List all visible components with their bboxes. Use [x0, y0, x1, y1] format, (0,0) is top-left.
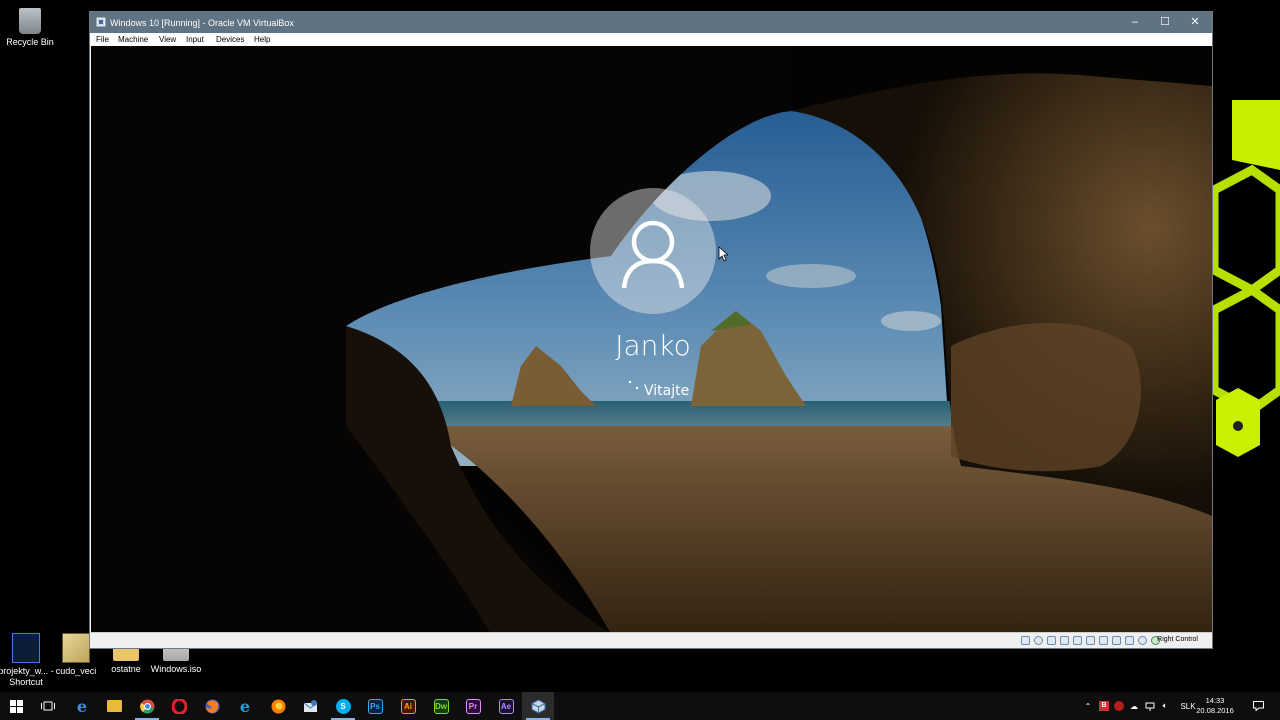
recycle-bin-icon: [19, 8, 41, 34]
virtualbox-icon: [531, 698, 545, 714]
clock[interactable]: 14:33 20.08.2016: [1196, 696, 1234, 716]
taskbar-app-opera[interactable]: [163, 692, 195, 720]
menu-machine[interactable]: Machine: [118, 35, 148, 44]
menu-devices[interactable]: Devices: [216, 35, 244, 44]
after-effects-icon: Ae: [498, 698, 514, 714]
taskbar-app-after-effects[interactable]: Ae: [490, 692, 522, 720]
desktop-icon-label: Recycle Bin: [6, 37, 54, 47]
task-view-icon: [41, 701, 55, 711]
clock-date: 20.08.2016: [1196, 706, 1234, 715]
dreamweaver-icon: Dw: [433, 698, 449, 714]
display-icon[interactable]: [1099, 636, 1108, 645]
taskbar-app-skype[interactable]: S: [327, 692, 359, 720]
taskbar-app-dreamweaver[interactable]: Dw: [425, 692, 457, 720]
maximize-button[interactable]: ☐: [1150, 12, 1180, 33]
usb-icon[interactable]: [1073, 636, 1082, 645]
menu-view[interactable]: View: [159, 35, 176, 44]
taskbar-app-chrome[interactable]: [131, 692, 163, 720]
notification-icon: [1252, 701, 1264, 711]
chevron-up-icon: ⌃: [1084, 701, 1092, 711]
taskbar-app-firefox-2[interactable]: [262, 692, 294, 720]
minimize-button[interactable]: –: [1120, 12, 1150, 33]
taskbar: e e S Ps Ai Dw Pr Ae ⌃ B ☁ 🔈︎ SLK 14:33 …: [0, 692, 1280, 720]
speaker-icon: 🔈︎: [1162, 701, 1168, 710]
clock-time: 14:33: [1205, 696, 1225, 705]
skype-icon: S: [335, 698, 351, 714]
taskbar-app-thunderbird[interactable]: [294, 692, 326, 720]
start-button[interactable]: [0, 692, 32, 720]
folder-icon: [106, 700, 122, 712]
mouse-integration-icon[interactable]: [1138, 636, 1147, 645]
video-capture-icon[interactable]: [1112, 636, 1121, 645]
illustrator-icon: Ai: [400, 698, 416, 714]
firefox-icon: [271, 699, 285, 713]
firefox-icon: [205, 699, 219, 713]
opera-icon: [171, 698, 187, 714]
virtualization-icon[interactable]: [1125, 636, 1134, 645]
network-icon[interactable]: [1060, 636, 1069, 645]
virtualbox-window: Windows 10 [Running] - Oracle VM Virtual…: [89, 11, 1213, 649]
tray-icon-cloud[interactable]: ☁: [1128, 692, 1140, 720]
network-icon: [1145, 702, 1155, 711]
hexagon-wallpaper: [1212, 100, 1280, 457]
close-button[interactable]: ✕: [1180, 12, 1210, 33]
desktop-icon-recycle-bin[interactable]: Recycle Bin: [0, 8, 60, 48]
host-key-label: Right Control: [1157, 636, 1198, 643]
taskbar-app-premiere[interactable]: Pr: [457, 692, 489, 720]
virtualbox-icon: [96, 17, 106, 27]
language-indicator[interactable]: SLK: [1178, 692, 1198, 720]
chrome-icon: [139, 699, 154, 713]
welcome-status-text: Vitajte: [644, 383, 690, 399]
cloud-icon: ☁: [1130, 701, 1138, 711]
taskbar-app-photoshop[interactable]: Ps: [359, 692, 391, 720]
optical-drive-icon[interactable]: [1034, 636, 1043, 645]
taskbar-app-virtualbox[interactable]: [522, 692, 554, 720]
hard-disk-icon[interactable]: [1021, 636, 1030, 645]
window-title: Windows 10 [Running] - Oracle VM Virtual…: [110, 18, 294, 28]
premiere-icon: Pr: [465, 698, 481, 714]
shortcut-icon: [12, 633, 40, 663]
taskbar-app-internet-explorer[interactable]: e: [229, 692, 261, 720]
photoshop-icon: Ps: [367, 698, 383, 714]
tray-icon-r[interactable]: [1113, 692, 1125, 720]
ie-icon: e: [239, 696, 251, 716]
tray-icon-volume[interactable]: 🔈︎: [1159, 692, 1171, 720]
taskbar-app-firefox[interactable]: [196, 692, 228, 720]
red-app-icon: [1114, 701, 1124, 711]
user-avatar[interactable]: [590, 188, 716, 314]
b-app-icon: B: [1099, 701, 1109, 711]
shared-folders-icon[interactable]: [1086, 636, 1095, 645]
menu-bar: File Machine View Input Devices Help: [90, 33, 1212, 46]
tray-icon-network[interactable]: [1144, 692, 1156, 720]
taskbar-app-illustrator[interactable]: Ai: [392, 692, 424, 720]
show-hidden-icons-button[interactable]: ⌃: [1082, 692, 1094, 720]
menu-input[interactable]: Input: [186, 35, 204, 44]
menu-help[interactable]: Help: [254, 35, 270, 44]
desktop-icon-label: Windows.iso: [150, 664, 202, 674]
thunderbird-icon: [303, 699, 317, 712]
taskbar-app-edge[interactable]: e: [66, 692, 98, 720]
mouse-cursor-icon: [718, 246, 728, 262]
tray-icon-b[interactable]: B: [1098, 692, 1110, 720]
task-view-button[interactable]: [32, 692, 64, 720]
file-icon: [62, 633, 90, 663]
menu-file[interactable]: File: [96, 35, 109, 44]
action-center-button[interactable]: [1250, 692, 1266, 720]
vm-status-bar: Right Control: [90, 632, 1212, 648]
audio-icon[interactable]: [1047, 636, 1056, 645]
taskbar-app-file-explorer[interactable]: [98, 692, 130, 720]
window-titlebar[interactable]: Windows 10 [Running] - Oracle VM Virtual…: [90, 12, 1212, 33]
username-label: Janko: [615, 329, 691, 362]
user-icon: [621, 220, 685, 289]
windows-logo-icon: [9, 699, 23, 713]
vm-screen[interactable]: Janko Vitajte: [91, 46, 1212, 634]
loading-spinner-icon: [628, 380, 639, 390]
edge-icon: e: [76, 696, 88, 716]
